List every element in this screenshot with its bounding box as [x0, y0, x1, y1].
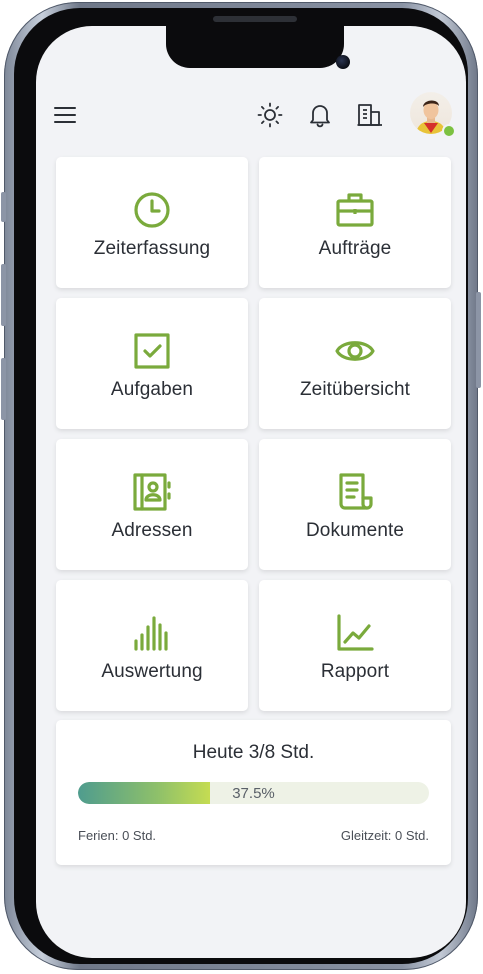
tile-label: Zeiterfassung	[93, 237, 211, 259]
today-progress-bar: 37.5%	[78, 782, 429, 804]
tile-label: Dokumente	[305, 519, 405, 541]
speaker	[213, 16, 297, 22]
notch	[166, 26, 350, 69]
tile-auswertung[interactable]: Auswertung	[56, 580, 248, 711]
tile-label: Aufträge	[318, 237, 392, 259]
hamburger-menu-icon[interactable]	[50, 100, 80, 130]
tile-adressen[interactable]: Adressen	[56, 439, 248, 570]
tile-auftraege[interactable]: Aufträge	[259, 157, 451, 288]
today-summary-card: Heute 3/8 Std. 37.5% Ferien: 0 Std. Glei…	[56, 720, 451, 865]
tile-zeiterfassung[interactable]: Zeiterfassung	[56, 157, 248, 288]
building-icon[interactable]	[354, 99, 386, 131]
tile-aufgaben[interactable]: Aufgaben	[56, 298, 248, 429]
tile-dokumente[interactable]: Dokumente	[259, 439, 451, 570]
address-book-icon	[133, 472, 171, 511]
tile-label: Adressen	[111, 519, 193, 541]
tile-label: Zeitübersicht	[299, 378, 411, 400]
online-status-dot	[442, 124, 456, 138]
tile-zeituebersicht[interactable]: Zeitübersicht	[259, 298, 451, 429]
briefcase-icon	[336, 192, 374, 227]
volume-down-button	[1, 358, 6, 420]
progress-label: 37.5%	[232, 784, 275, 802]
tile-rapport[interactable]: Rapport	[259, 580, 451, 711]
flextime-hours: Gleitzeit: 0 Std.	[340, 828, 429, 843]
line-chart-icon	[337, 613, 374, 651]
bar-chart-icon	[134, 615, 168, 651]
volume-up-button	[1, 264, 6, 326]
app-screen: Zeiterfassung Aufträge Aufgaben Zeitüber…	[36, 26, 466, 958]
tile-label: Rapport	[320, 660, 390, 682]
phone-bezel: Zeiterfassung Aufträge Aufgaben Zeitüber…	[14, 8, 468, 964]
today-title: Heute 3/8 Std.	[192, 742, 315, 763]
phone-frame: Zeiterfassung Aufträge Aufgaben Zeitüber…	[1, 2, 481, 970]
eye-icon	[335, 340, 375, 361]
vacation-hours: Ferien: 0 Std.	[78, 828, 157, 843]
mute-switch	[1, 192, 6, 222]
tile-label: Aufgaben	[110, 378, 194, 400]
document-icon	[339, 472, 373, 510]
sun-icon[interactable]	[254, 99, 286, 131]
clock-icon	[134, 191, 170, 228]
checkbox-icon	[134, 332, 170, 369]
power-button	[476, 292, 481, 388]
front-camera	[336, 55, 350, 69]
bell-icon[interactable]	[304, 99, 336, 131]
tile-label: Auswertung	[101, 660, 203, 682]
